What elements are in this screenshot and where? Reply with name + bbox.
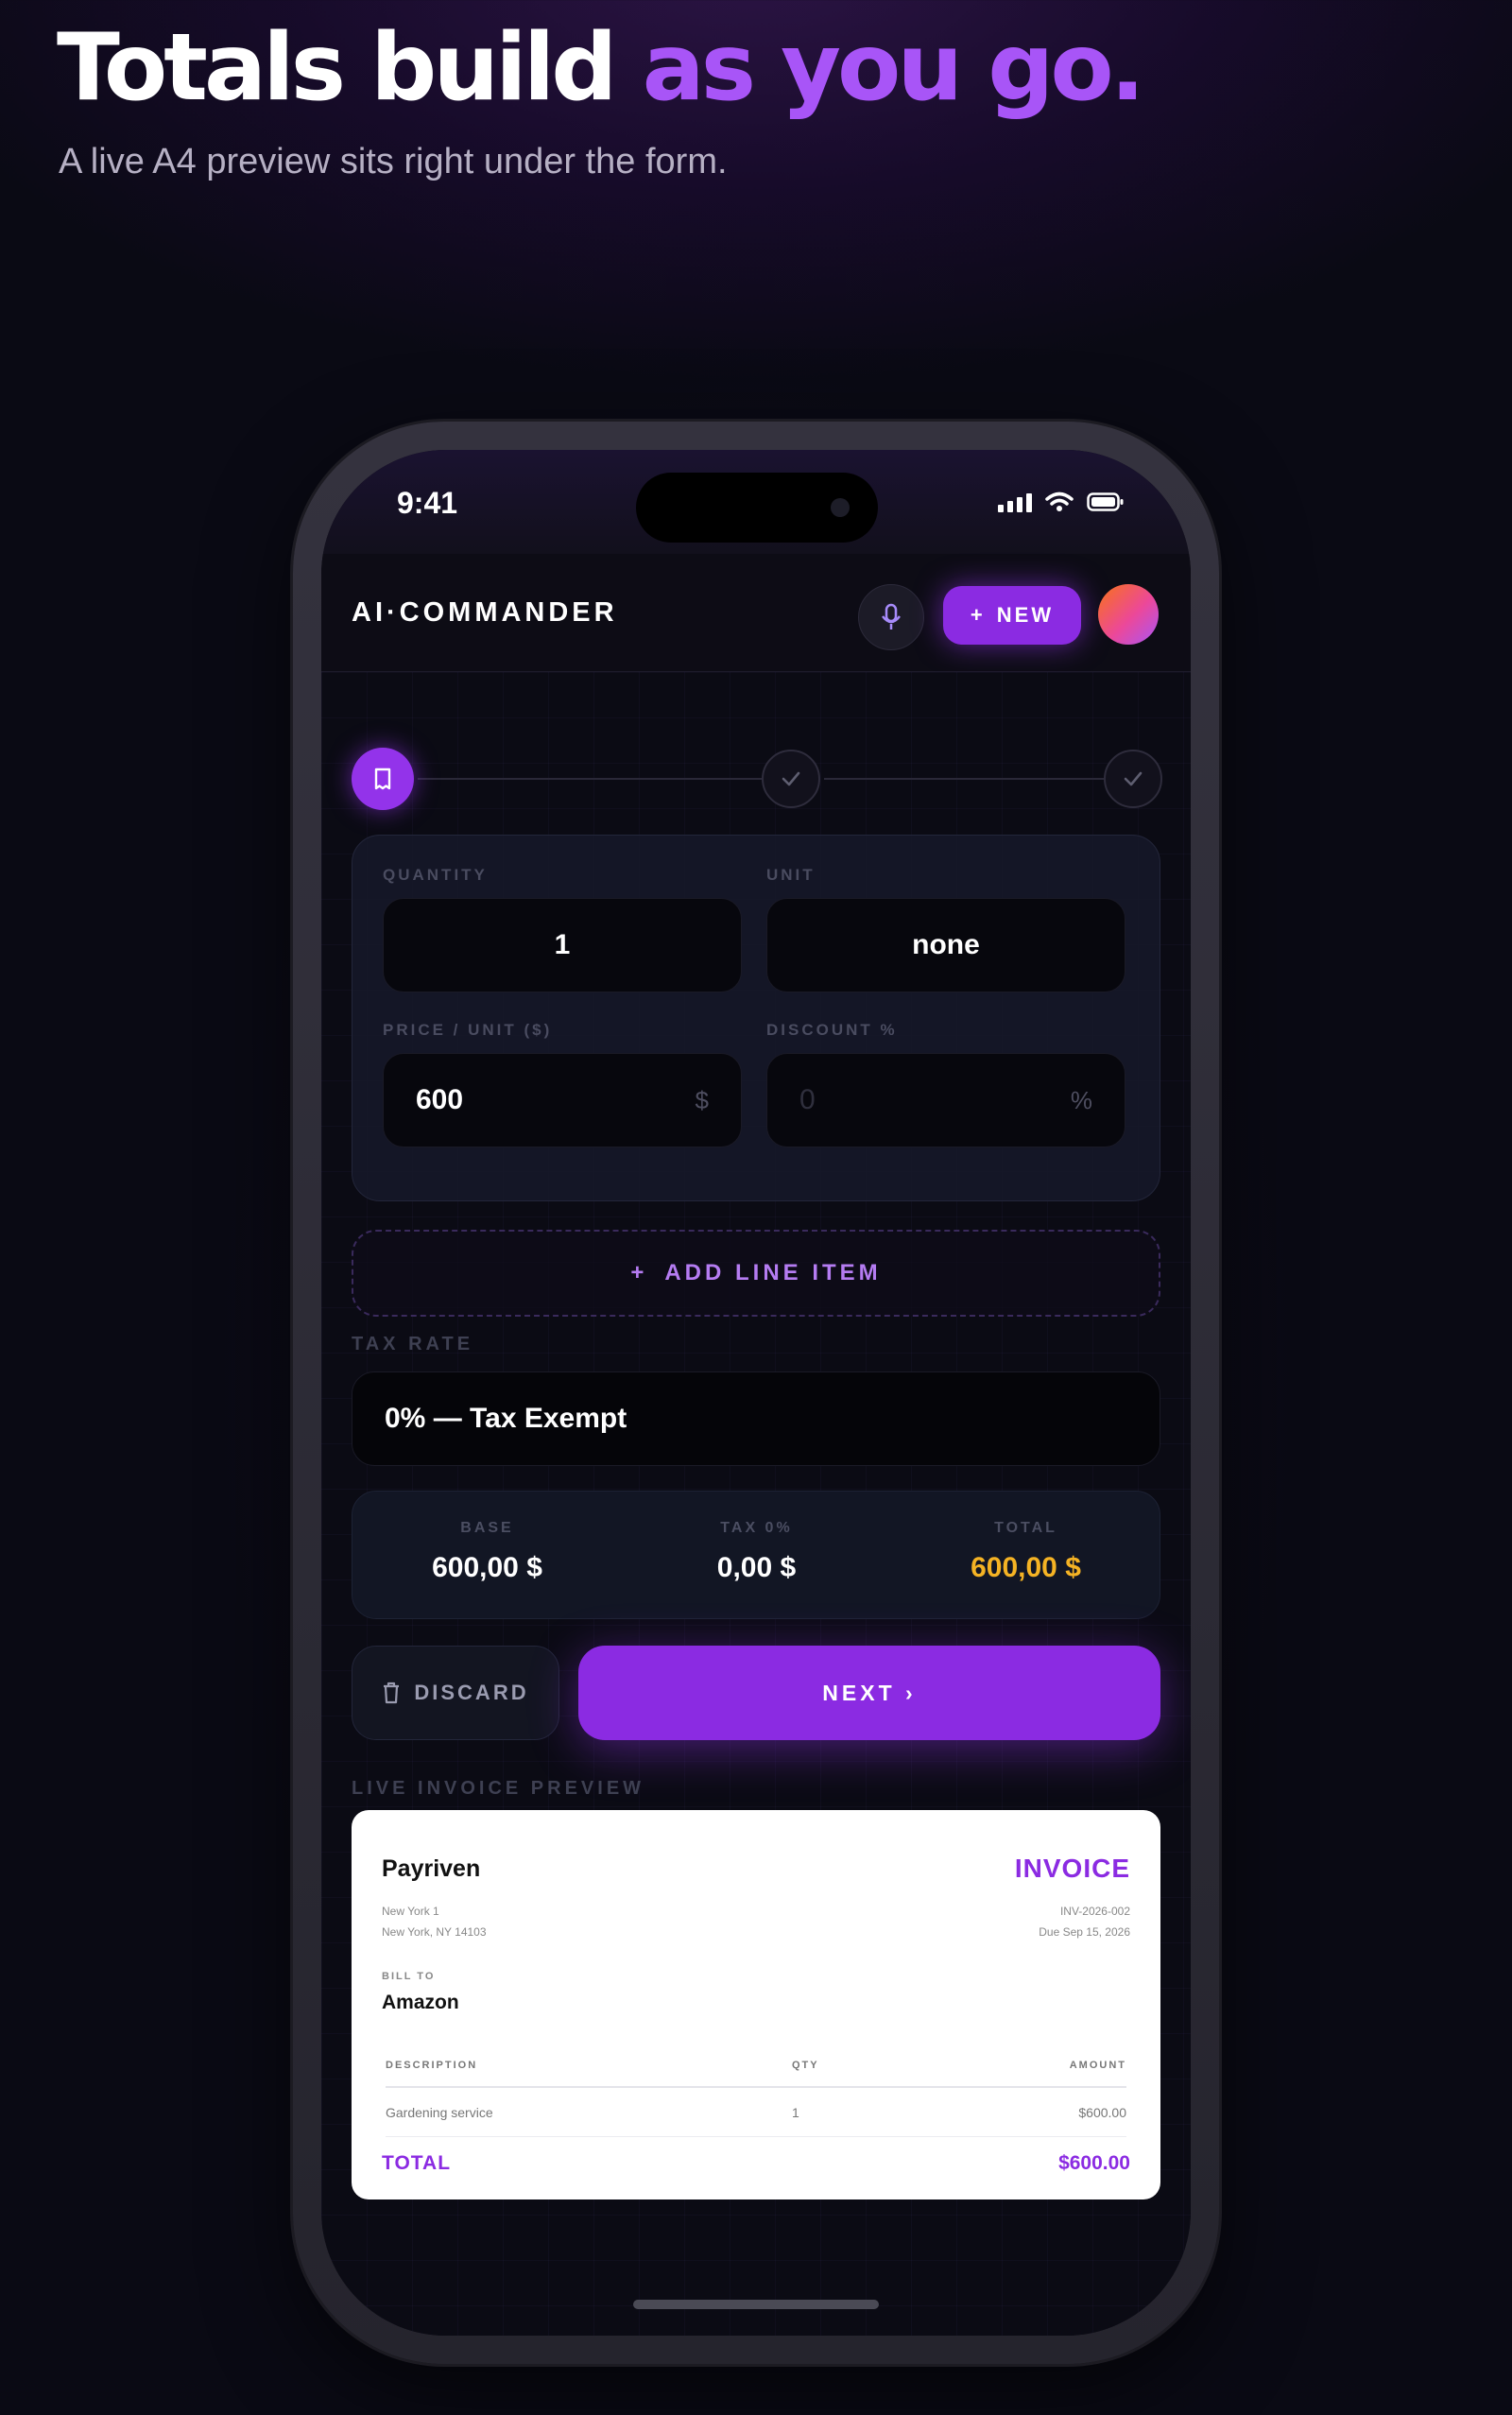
quantity-value: 1 bbox=[554, 929, 571, 960]
invoice-preview: Payriven New York 1 New York, NY 14103 I… bbox=[352, 1810, 1160, 2199]
unit-value: none bbox=[912, 929, 980, 960]
next-button[interactable]: NEXT › bbox=[578, 1646, 1160, 1740]
tax-rate-value: 0% — Tax Exempt bbox=[385, 1403, 627, 1434]
line-item-card: QUANTITY UNIT 1 none PRICE / UNIT ($) DI… bbox=[352, 835, 1160, 1201]
price-label: PRICE / UNIT ($) bbox=[383, 1021, 553, 1039]
quantity-label: QUANTITY bbox=[383, 866, 488, 884]
address-line-1: New York 1 bbox=[382, 1905, 439, 1918]
add-line-item-button[interactable]: + ADD LINE ITEM bbox=[352, 1230, 1160, 1317]
status-icons bbox=[998, 492, 1125, 512]
form-content: QUANTITY UNIT 1 none PRICE / UNIT ($) DI… bbox=[321, 672, 1191, 2336]
price-value: 600 bbox=[416, 1084, 464, 1115]
phone-screen: 9:41 AI·COMMANDER + NEW QUANTITY UNIT 1 … bbox=[321, 450, 1191, 2336]
invoice-company: Payriven bbox=[382, 1855, 481, 1882]
quantity-field[interactable]: 1 bbox=[383, 898, 742, 992]
hero-title-plain: Totals build bbox=[57, 14, 617, 122]
invoice-total-value: $600.00 bbox=[1058, 2152, 1130, 2174]
unit-select[interactable]: none bbox=[766, 898, 1125, 992]
discount-label: DISCOUNT % bbox=[766, 1021, 898, 1039]
address-line-2: New York, NY 14103 bbox=[382, 1925, 487, 1939]
totals-summary: BASE 600,00 $ TAX 0% 0,00 $ TOTAL 600,00… bbox=[352, 1491, 1160, 1619]
discount-field[interactable]: 0 % bbox=[766, 1053, 1125, 1147]
discard-button[interactable]: DISCARD bbox=[352, 1646, 559, 1740]
tax-total: TAX 0% 0,00 $ bbox=[622, 1520, 891, 1584]
invoice-address: New York 1 New York, NY 14103 bbox=[382, 1901, 487, 1942]
stepper bbox=[352, 748, 1164, 810]
dynamic-island bbox=[636, 473, 878, 543]
battery-icon bbox=[1087, 492, 1124, 511]
currency-suffix: $ bbox=[695, 1085, 709, 1114]
plus-icon: + bbox=[970, 603, 986, 627]
column-qty: QTY bbox=[792, 2060, 819, 2071]
camera-icon bbox=[831, 498, 850, 517]
phone-frame: 9:41 AI·COMMANDER + NEW QUANTITY UNIT 1 … bbox=[293, 422, 1219, 2364]
new-button[interactable]: + NEW bbox=[943, 586, 1081, 645]
step-connector bbox=[418, 778, 762, 780]
add-line-item-label: ADD LINE ITEM bbox=[664, 1260, 882, 1285]
invoice-total-label: TOTAL bbox=[382, 2152, 452, 2174]
avatar[interactable] bbox=[1098, 584, 1159, 645]
tax-rate-label: TAX RATE bbox=[352, 1334, 474, 1354]
plus-icon: + bbox=[630, 1260, 648, 1285]
step-connector bbox=[824, 778, 1104, 780]
tax-value: 0,00 $ bbox=[716, 1552, 797, 1583]
discount-placeholder: 0 bbox=[799, 1084, 816, 1115]
check-icon bbox=[782, 771, 800, 786]
step-2[interactable] bbox=[762, 750, 820, 808]
total-label: TOTAL bbox=[994, 1520, 1057, 1536]
row-description: Gardening service bbox=[386, 2105, 493, 2120]
percent-suffix: % bbox=[1070, 1085, 1092, 1114]
voice-button[interactable] bbox=[858, 584, 924, 650]
home-indicator[interactable] bbox=[633, 2300, 879, 2309]
invoice-client: Amazon bbox=[382, 1992, 459, 2013]
invoice-number: INV-2026-002 bbox=[1059, 1905, 1130, 1918]
row-qty: 1 bbox=[792, 2105, 799, 2120]
base-label: BASE bbox=[460, 1520, 514, 1536]
row-amount: $600.00 bbox=[1078, 2105, 1126, 2120]
bill-to-label: BILL TO bbox=[382, 1971, 436, 1982]
document-icon bbox=[374, 768, 391, 790]
new-button-label: NEW bbox=[996, 603, 1055, 627]
hero-title-accent: as you go. bbox=[642, 14, 1145, 122]
base-total: BASE 600,00 $ bbox=[352, 1520, 622, 1584]
wifi-icon bbox=[1045, 492, 1074, 511]
column-amount: AMOUNT bbox=[1069, 2060, 1126, 2071]
step-1[interactable] bbox=[352, 748, 414, 810]
check-icon bbox=[1124, 771, 1143, 786]
base-value: 600,00 $ bbox=[432, 1552, 542, 1583]
price-field[interactable]: 600 $ bbox=[383, 1053, 742, 1147]
table-row: Gardening service 1 $600.00 bbox=[386, 2088, 1126, 2137]
hero-subtitle: A live A4 preview sits right under the f… bbox=[59, 142, 728, 181]
tax-label: TAX 0% bbox=[720, 1520, 793, 1536]
column-description: DESCRIPTION bbox=[386, 2060, 478, 2071]
invoice-table: DESCRIPTION QTY AMOUNT Gardening service… bbox=[386, 2050, 1126, 2137]
mic-icon bbox=[882, 603, 901, 630]
unit-label: UNIT bbox=[766, 866, 816, 884]
total-value: 600,00 $ bbox=[971, 1552, 1081, 1583]
invoice-title: INVOICE bbox=[1014, 1854, 1130, 1883]
next-label: NEXT › bbox=[822, 1680, 917, 1705]
app-header: AI·COMMANDER + NEW bbox=[321, 554, 1191, 672]
trash-icon bbox=[384, 1682, 400, 1704]
status-bar: 9:41 bbox=[321, 450, 1191, 554]
status-time: 9:41 bbox=[397, 486, 458, 520]
step-3[interactable] bbox=[1104, 750, 1162, 808]
signal-icon bbox=[998, 493, 1032, 512]
invoice-meta: INV-2026-002 Due Sep 15, 2026 bbox=[1039, 1901, 1130, 1942]
grand-total: TOTAL 600,00 $ bbox=[891, 1520, 1160, 1584]
tax-rate-select[interactable]: 0% — Tax Exempt bbox=[352, 1371, 1160, 1466]
app-brand: AI·COMMANDER bbox=[352, 597, 618, 628]
discard-label: DISCARD bbox=[414, 1681, 529, 1704]
hero-title: Totals build as you go. bbox=[57, 13, 1145, 125]
preview-label: LIVE INVOICE PREVIEW bbox=[352, 1778, 645, 1799]
invoice-due: Due Sep 15, 2026 bbox=[1039, 1925, 1130, 1939]
invoice-table-header: DESCRIPTION QTY AMOUNT bbox=[386, 2050, 1126, 2088]
